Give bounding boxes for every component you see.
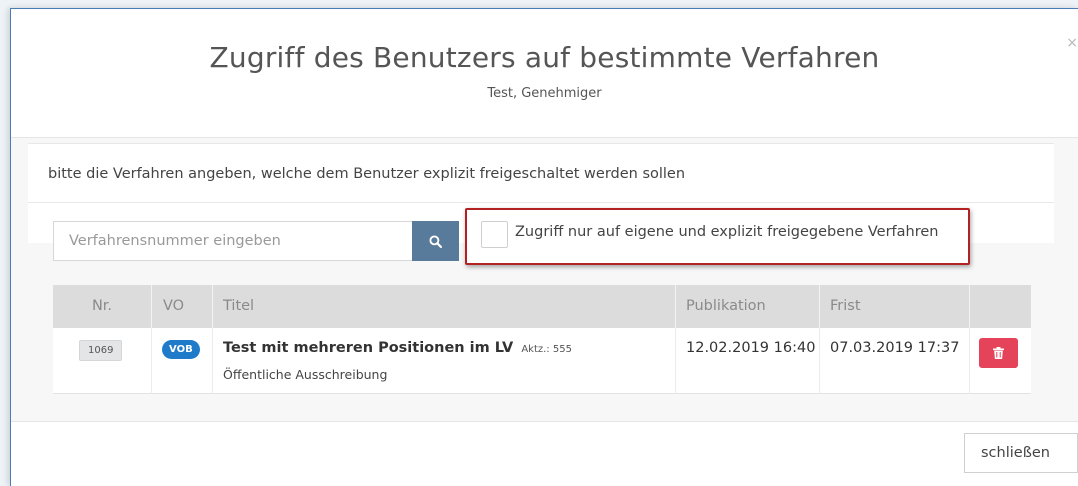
vo-badge: VOB [162,340,200,359]
cell-actions [969,328,1031,394]
cell-vo: VOB [151,328,212,394]
own-access-option-highlight: Zugriff nur auf eigene und explizit frei… [465,208,970,265]
own-access-checkbox-label[interactable]: Zugriff nur auf eigene und explizit frei… [515,224,939,240]
panel-divider [28,202,1054,203]
column-header-titel: Titel [212,285,675,328]
row-title: Test mit mehreren Positionen im LV Aktz.… [223,340,572,356]
cell-titel: Test mit mehreren Positionen im LV Aktz.… [212,328,675,394]
modal-title: Zugriff des Benutzers auf bestimmte Verf… [209,41,880,74]
column-header-actions [969,285,1031,328]
frist-date: 07.03.2019 17:37 [830,340,960,356]
search-icon [429,234,442,248]
table-header: Nr. VO Titel Publikation Frist [53,285,1031,328]
footer-divider [11,421,1078,422]
column-header-nr: Nr. [91,298,113,314]
column-header-publikation: Publikation [675,285,819,328]
row-aktz: Aktz.: 555 [521,344,572,355]
trash-icon [993,347,1004,359]
cell-publikation: 12.02.2019 16:40 [675,328,819,394]
search-button[interactable] [412,221,459,261]
cell-frist: 07.03.2019 17:37 [819,328,969,394]
column-header-frist: Frist [819,285,969,328]
panel-heading: bitte die Verfahren angeben, welche dem … [48,166,686,182]
nr-badge: 1069 [79,340,123,361]
search-input[interactable] [53,221,412,261]
delete-button[interactable] [979,338,1018,368]
column-header-vo: VO [151,285,212,328]
table-row[interactable]: 1069 VOB Test mit mehreren Positionen im… [53,328,1031,394]
close-button[interactable]: schließen [964,433,1078,473]
row-procedure-type: Öffentliche Ausschreibung [223,367,388,382]
own-access-checkbox[interactable] [481,221,508,248]
publikation-date: 12.02.2019 16:40 [686,340,816,356]
modal-subtitle: Test, Genehmiger [487,86,602,101]
row-title-text: Test mit mehreren Positionen im LV [223,340,514,356]
cell-nr: 1069 [53,328,151,394]
